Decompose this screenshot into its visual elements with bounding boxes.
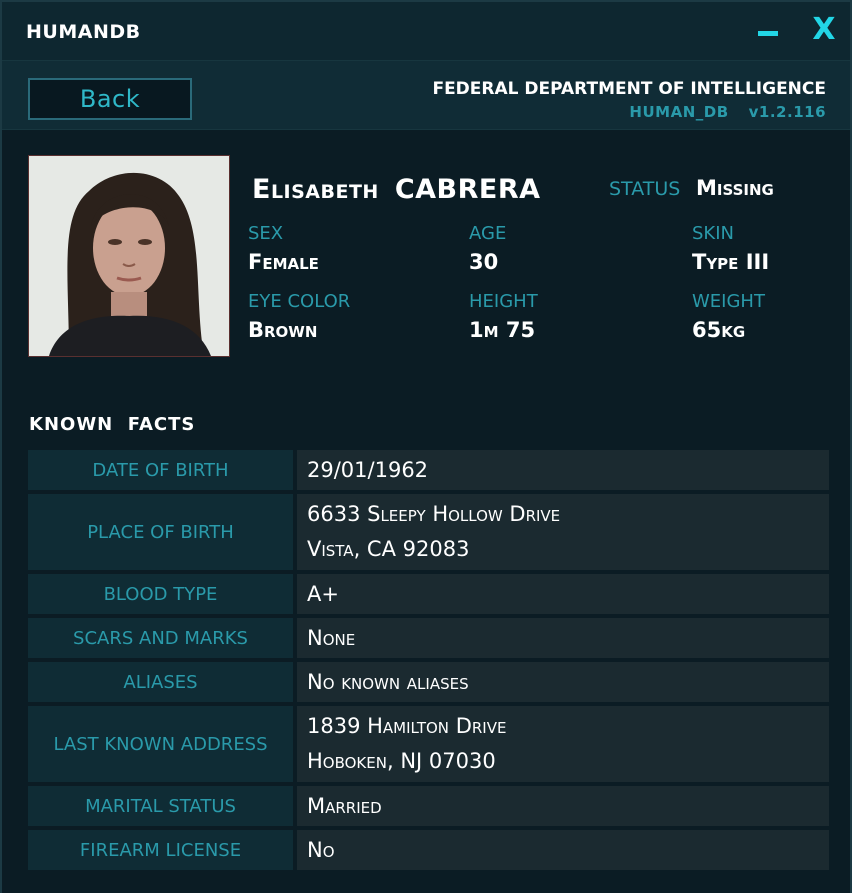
version-label: v1.2.116 xyxy=(748,103,826,121)
fact-value-line: No xyxy=(307,837,335,862)
weight-value: 65kg xyxy=(692,318,746,342)
portrait-photo xyxy=(28,155,230,357)
weight-label: WEIGHT xyxy=(692,291,765,312)
fact-label: BLOOD TYPE xyxy=(28,574,293,614)
age-label: AGE xyxy=(469,223,507,244)
status-value: Missing xyxy=(696,176,774,200)
sex-value: Female xyxy=(248,250,319,274)
fact-value: A+ xyxy=(297,574,829,614)
last-name: CABRERA xyxy=(394,174,541,205)
fact-row-last-known-address: LAST KNOWN ADDRESS 1839 Hamilton Drive H… xyxy=(28,706,829,782)
height-value: 1m 75 xyxy=(469,318,536,342)
sub-header: Back FEDERAL DEPARTMENT OF INTELLIGENCE … xyxy=(2,60,850,130)
fact-label: FIREARM LICENSE xyxy=(28,830,293,870)
first-name: Elisabeth xyxy=(252,174,379,205)
eye-color-value: Brown xyxy=(248,318,318,342)
profile-content: Elisabeth CABRERA STATUS Missing SEX Fema… xyxy=(2,130,850,893)
fact-value: None xyxy=(297,618,829,658)
fact-value-line: 29/01/1962 xyxy=(307,457,429,482)
fact-row-aliases: ALIASES No known aliases xyxy=(28,662,829,702)
full-name: Elisabeth CABRERA xyxy=(252,174,541,205)
skin-value: Type III xyxy=(692,250,770,274)
fact-value-line: None xyxy=(307,625,356,650)
age-value: 30 xyxy=(469,250,499,274)
agency-name: FEDERAL DEPARTMENT OF INTELLIGENCE xyxy=(432,79,826,99)
title-bar[interactable]: HUMANDB X xyxy=(2,2,850,60)
fact-value: No xyxy=(297,830,829,870)
fact-row-blood-type: BLOOD TYPE A+ xyxy=(28,574,829,614)
eye-color-label: EYE COLOR xyxy=(248,291,351,312)
height-label: HEIGHT xyxy=(469,291,538,312)
minimize-icon[interactable] xyxy=(758,31,778,36)
db-name: HUMAN_DB xyxy=(629,103,729,121)
known-facts-title: KNOWN FACTS xyxy=(29,414,196,435)
fact-label: ALIASES xyxy=(28,662,293,702)
fact-value-line: 6633 Sleepy Hollow Drive xyxy=(307,502,561,526)
fact-value-line: 1839 Hamilton Drive xyxy=(307,714,507,738)
portrait-image xyxy=(29,156,229,356)
db-version: HUMAN_DB v1.2.116 xyxy=(609,103,826,121)
fact-label: SCARS AND MARKS xyxy=(28,618,293,658)
fact-value: No known aliases xyxy=(297,662,829,702)
fact-value-line: Vista, CA 92083 xyxy=(307,537,470,561)
back-button[interactable]: Back xyxy=(28,78,192,120)
fact-label: LAST KNOWN ADDRESS xyxy=(28,706,293,782)
fact-label: DATE OF BIRTH xyxy=(28,450,293,490)
fact-row-marital-status: MARITAL STATUS Married xyxy=(28,786,829,826)
status-label: STATUS xyxy=(609,178,681,200)
sex-label: SEX xyxy=(248,223,284,244)
fact-value-line: A+ xyxy=(307,581,339,606)
fact-value-line: No known aliases xyxy=(307,669,469,694)
fact-label: PLACE OF BIRTH xyxy=(28,494,293,570)
fact-label: MARITAL STATUS xyxy=(28,786,293,826)
fact-row-firearm-license: FIREARM LICENSE No xyxy=(28,830,829,870)
fact-row-scars-and-marks: SCARS AND MARKS None xyxy=(28,618,829,658)
humandb-window: HUMANDB X Back FEDERAL DEPARTMENT OF INT… xyxy=(0,0,852,893)
fact-value: 29/01/1962 xyxy=(297,450,829,490)
app-title: HUMANDB xyxy=(26,21,141,43)
fact-row-date-of-birth: DATE OF BIRTH 29/01/1962 xyxy=(28,450,829,490)
fact-value: 1839 Hamilton Drive Hoboken, NJ 07030 xyxy=(297,706,829,782)
fact-value-line: Hoboken, NJ 07030 xyxy=(307,749,496,773)
fact-value: 6633 Sleepy Hollow Drive Vista, CA 92083 xyxy=(297,494,829,570)
skin-label: SKIN xyxy=(692,223,735,244)
close-icon[interactable]: X xyxy=(808,12,840,48)
fact-row-place-of-birth: PLACE OF BIRTH 6633 Sleepy Hollow Drive … xyxy=(28,494,829,570)
fact-value-line: Married xyxy=(307,793,382,818)
fact-value: Married xyxy=(297,786,829,826)
